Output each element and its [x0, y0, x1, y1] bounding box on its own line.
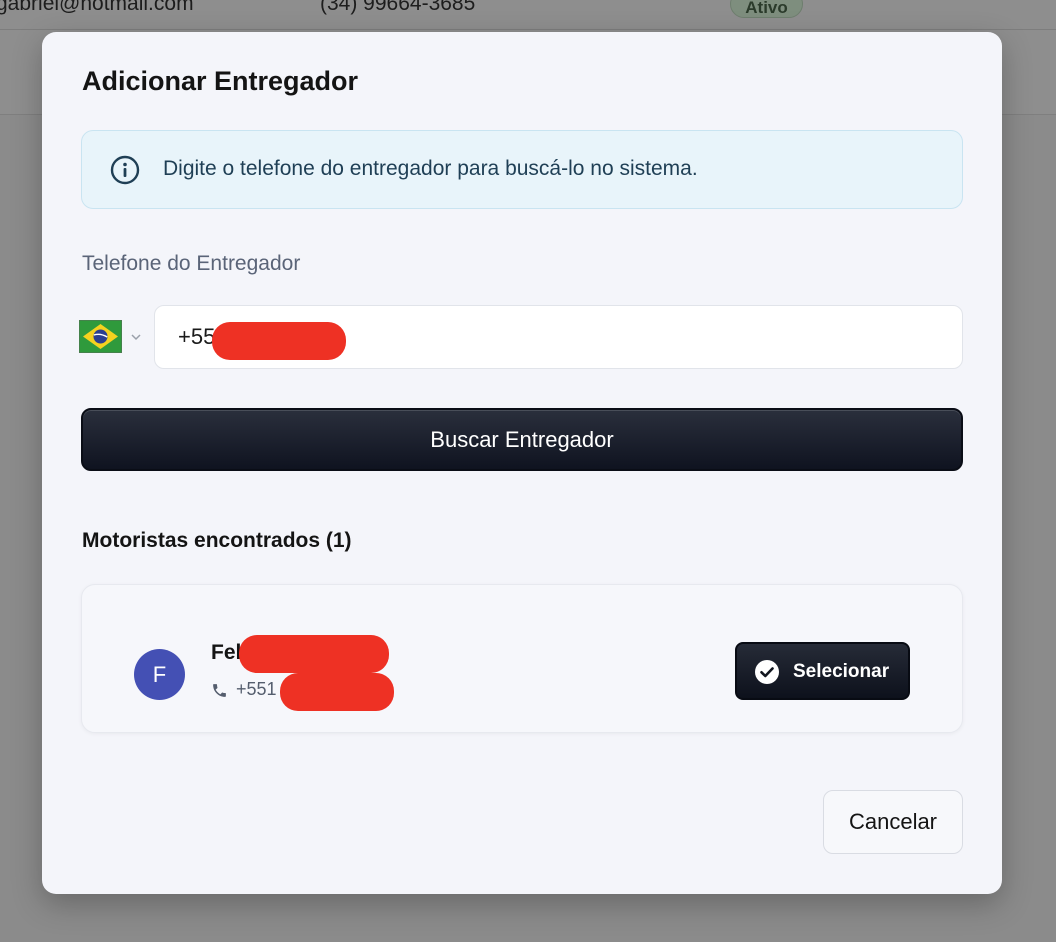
driver-name: Fel [211, 641, 242, 664]
avatar: F [134, 649, 185, 700]
chevron-down-icon [131, 334, 141, 341]
check-circle-icon [755, 660, 779, 684]
results-title: Motoristas encontrados (1) [82, 529, 352, 552]
background-table-row: gabriel@hotmail.com (34) 99664-3685 Ativ… [0, 0, 1056, 30]
info-circle-icon [110, 155, 140, 185]
redaction-driver-name [239, 635, 389, 673]
phone-icon [213, 684, 226, 697]
driver-phone: +551 [236, 679, 277, 699]
select-button-label: Selecionar [793, 661, 890, 682]
modal-title: Adicionar Entregador [82, 66, 359, 96]
background-status-badge: Ativo [730, 0, 803, 18]
cancel-button[interactable]: Cancelar [823, 790, 963, 854]
info-text: Digite o telefone do entregador para bus… [163, 157, 698, 180]
redaction-phone-input [212, 322, 346, 360]
brazil-flag-icon [79, 320, 122, 353]
add-driver-modal: Adicionar Entregador Digite o telefone d… [42, 32, 1002, 894]
info-alert: Digite o telefone do entregador para bus… [81, 130, 963, 209]
background-phone: (34) 99664-3685 [320, 0, 476, 15]
phone-label: Telefone do Entregador [82, 252, 301, 275]
driver-card: F Fel +551 Selecionar [81, 584, 963, 733]
background-email: gabriel@hotmail.com [0, 0, 194, 15]
redaction-driver-phone [280, 673, 394, 711]
select-driver-button[interactable]: Selecionar [735, 642, 910, 700]
country-selector[interactable] [79, 320, 149, 354]
search-driver-button[interactable]: Buscar Entregador [81, 408, 963, 471]
